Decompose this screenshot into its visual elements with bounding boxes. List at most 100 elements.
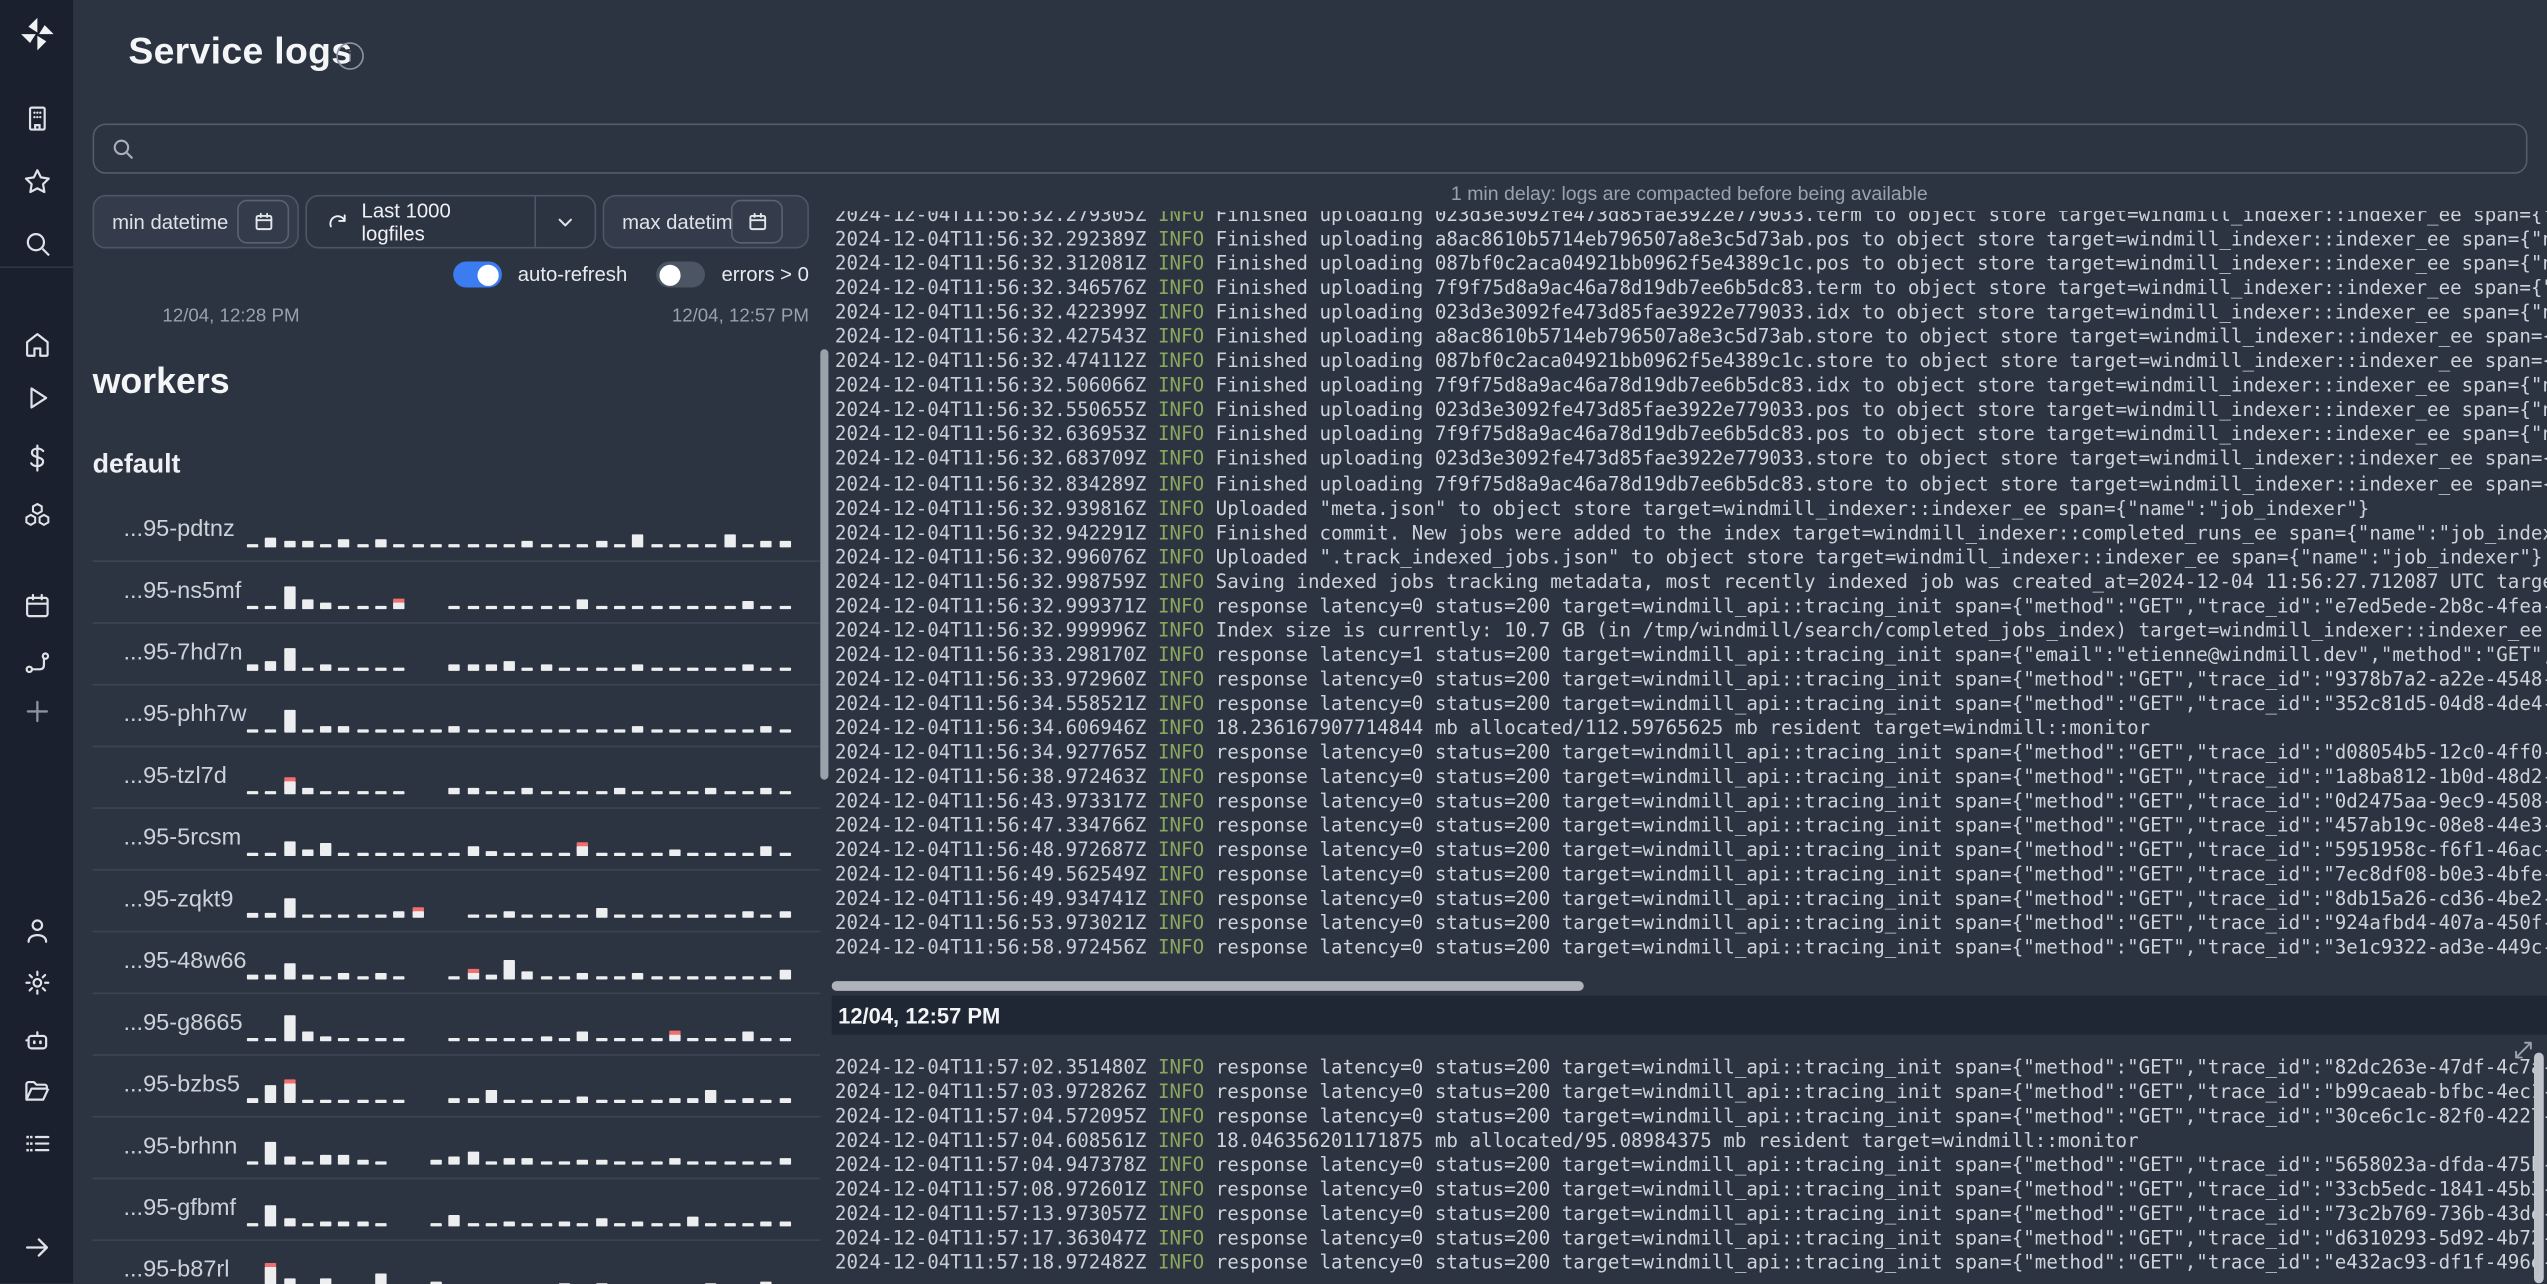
person-icon[interactable] [0, 910, 73, 952]
log-line: 2024-12-04T11:56:48.972687Z INFO respons… [834, 838, 2547, 862]
arrow-right-icon[interactable] [0, 1226, 73, 1268]
route-icon[interactable] [0, 642, 73, 684]
min-datetime-label: min datetime [112, 210, 229, 234]
worker-row[interactable]: ...95-bzbs5 [92, 1056, 821, 1118]
errors-label: errors > 0 [721, 263, 809, 286]
log-line: 2024-12-04T11:57:04.572095Z INFO respons… [834, 1104, 2547, 1128]
plus-icon[interactable] [0, 690, 73, 732]
auto-refresh-label: auto-refresh [517, 263, 628, 286]
log-line: 2024-12-04T11:56:33.972960Z INFO respons… [834, 667, 2547, 691]
worker-row[interactable]: ...95-gfbmf [92, 1179, 821, 1242]
robot-icon[interactable] [0, 1018, 73, 1060]
worker-activity-sparkline [246, 518, 807, 548]
log-line: 2024-12-04T11:57:08.972601Z INFO respons… [834, 1178, 2547, 1201]
worker-name: ...95-ns5mf [123, 578, 242, 605]
search-icon [113, 139, 134, 160]
toggle-row: auto-refresh errors > 0 [93, 260, 809, 289]
calendar-button[interactable] [731, 199, 783, 244]
worker-activity-sparkline [246, 1074, 807, 1103]
log-line: 2024-12-04T11:56:43.973317Z INFO respons… [834, 789, 2547, 813]
max-datetime-field[interactable]: max datetime [602, 194, 809, 249]
folder-icon[interactable] [0, 1070, 73, 1112]
worker-list: ...95-pdtnz ...95-ns5mf ...95-7hd7n ...95-p… [92, 500, 821, 1284]
log-line: 2024-12-04T11:56:49.562549Z INFO respons… [834, 862, 2547, 886]
worker-row[interactable]: ...95-zqkt9 [92, 871, 821, 933]
log-line: 2024-12-04T11:56:32.999371Z INFO respons… [834, 594, 2547, 617]
log-line: 2024-12-04T11:56:32.474112Z INFO Finishe… [834, 349, 2547, 373]
worker-name: ...95-gfbmf [123, 1195, 237, 1222]
log-line: 2024-12-04T11:56:32.506066Z INFO Finishe… [834, 374, 2547, 397]
star-icon[interactable] [0, 161, 73, 203]
logfiles-split-button[interactable]: Last 1000 logfiles [305, 194, 597, 249]
log-line: 2024-12-04T11:56:32.422399Z INFO Finishe… [834, 300, 2547, 324]
cubes-icon[interactable] [0, 494, 73, 536]
home-icon[interactable] [0, 323, 73, 365]
worker-name: ...95-7hd7n [123, 639, 243, 666]
worker-row[interactable]: ...95-5rcsm [92, 809, 821, 871]
log-line: 2024-12-04T11:57:17.363047Z INFO respons… [834, 1226, 2547, 1250]
log-line: 2024-12-04T11:56:32.312081Z INFO Finishe… [834, 251, 2547, 275]
workers-scrollbar[interactable] [820, 349, 828, 780]
worker-row[interactable]: ...95-brhnn [92, 1118, 821, 1180]
max-datetime-label: max datetime [622, 210, 745, 234]
log-line: 2024-12-04T11:56:32.346576Z INFO Finishe… [834, 276, 2547, 300]
worker-row[interactable]: ...95-b87rl [93, 1241, 821, 1284]
sidebar [0, 0, 74, 1284]
log-line: 2024-12-04T11:56:32.939816Z INFO Uploade… [834, 496, 2370, 520]
delay-notice: 1 min delay: logs are compacted before b… [1450, 181, 1928, 205]
worker-row[interactable]: ...95-g8665 [92, 994, 821, 1056]
log-line: 2024-12-04T11:57:02.351480Z INFO respons… [834, 1055, 2547, 1079]
play-icon[interactable] [0, 377, 73, 419]
log-horizontal-scrollbar[interactable] [831, 981, 1584, 991]
service-logs-page: Service logs i min datetime Last 1000 lo… [0, 0, 2547, 1284]
worker-row[interactable]: ...95-48w66 [92, 932, 821, 995]
worker-activity-sparkline [246, 765, 807, 795]
log-divider-time: 12/04, 12:57 PM [838, 1003, 1001, 1028]
windmill-logo[interactable] [0, 13, 73, 55]
log-line: 2024-12-04T11:56:53.973021Z INFO respons… [834, 911, 2547, 935]
log-line: 2024-12-04T11:56:32.834289Z INFO Finishe… [834, 471, 2547, 495]
search-icon[interactable] [0, 223, 73, 265]
worker-name: ...95-g8665 [123, 1010, 243, 1037]
chevron-down-icon[interactable] [534, 196, 594, 247]
worker-activity-sparkline [246, 889, 807, 918]
log-line: 2024-12-04T11:56:32.998759Z INFO Saving … [834, 569, 2547, 593]
log-line: 2024-12-04T11:56:32.292389Z INFO Finishe… [834, 227, 2547, 251]
log-line: 2024-12-04T11:56:38.972463Z INFO respons… [834, 765, 2547, 788]
errors-toggle[interactable] [656, 261, 706, 288]
log-line: 2024-12-04T11:57:04.947378Z INFO respons… [834, 1153, 2547, 1177]
log-vertical-scrollbar[interactable] [2534, 1052, 2544, 1284]
worker-activity-sparkline [246, 950, 807, 980]
worker-row[interactable]: ...95-pdtnz [92, 500, 821, 563]
worker-name: ...95-brhnn [123, 1133, 238, 1160]
logfiles-button-label: Last 1000 logfiles [361, 198, 451, 245]
worker-name: ...95-b87rl [123, 1257, 230, 1284]
log-line: 2024-12-04T11:56:32.996076Z INFO Uploade… [834, 545, 2543, 568]
worker-row[interactable]: ...95-7hd7n [92, 624, 821, 686]
refresh-icon [329, 213, 346, 227]
worker-activity-sparkline [246, 1012, 807, 1042]
worker-name: ...95-bzbs5 [123, 1072, 240, 1099]
worker-row[interactable]: ...95-tzl7d [92, 747, 821, 809]
list-icon[interactable] [0, 1122, 73, 1164]
worker-row[interactable]: ...95-phh7w [92, 685, 821, 748]
auto-refresh-toggle[interactable] [452, 261, 502, 288]
calendar-button[interactable] [237, 199, 290, 244]
log-line: 2024-12-04T11:56:32.550655Z INFO Finishe… [834, 398, 2547, 422]
log-divider-bar: 12/04, 12:57 PM [831, 995, 2547, 1035]
worker-activity-sparkline [247, 1259, 807, 1284]
worker-activity-sparkline [246, 1135, 807, 1165]
calendar-icon[interactable] [0, 585, 73, 627]
log-line: 2024-12-04T11:57:18.972482Z INFO respons… [834, 1251, 2547, 1275]
building-icon[interactable] [0, 97, 73, 139]
worker-row[interactable]: ...95-ns5mf [92, 562, 821, 624]
worker-activity-sparkline [246, 1197, 807, 1227]
log-line: 2024-12-04T11:56:32.279305Z INFO Finishe… [834, 211, 2547, 226]
dollar-icon[interactable] [0, 437, 73, 479]
info-icon[interactable]: i [336, 42, 364, 70]
gear-icon[interactable] [0, 962, 73, 1004]
worker-activity-sparkline [246, 827, 807, 857]
log-line: 2024-12-04T11:56:47.334766Z INFO respons… [834, 814, 2547, 837]
worker-name: ...95-48w66 [123, 948, 247, 975]
min-datetime-field[interactable]: min datetime [92, 194, 299, 249]
